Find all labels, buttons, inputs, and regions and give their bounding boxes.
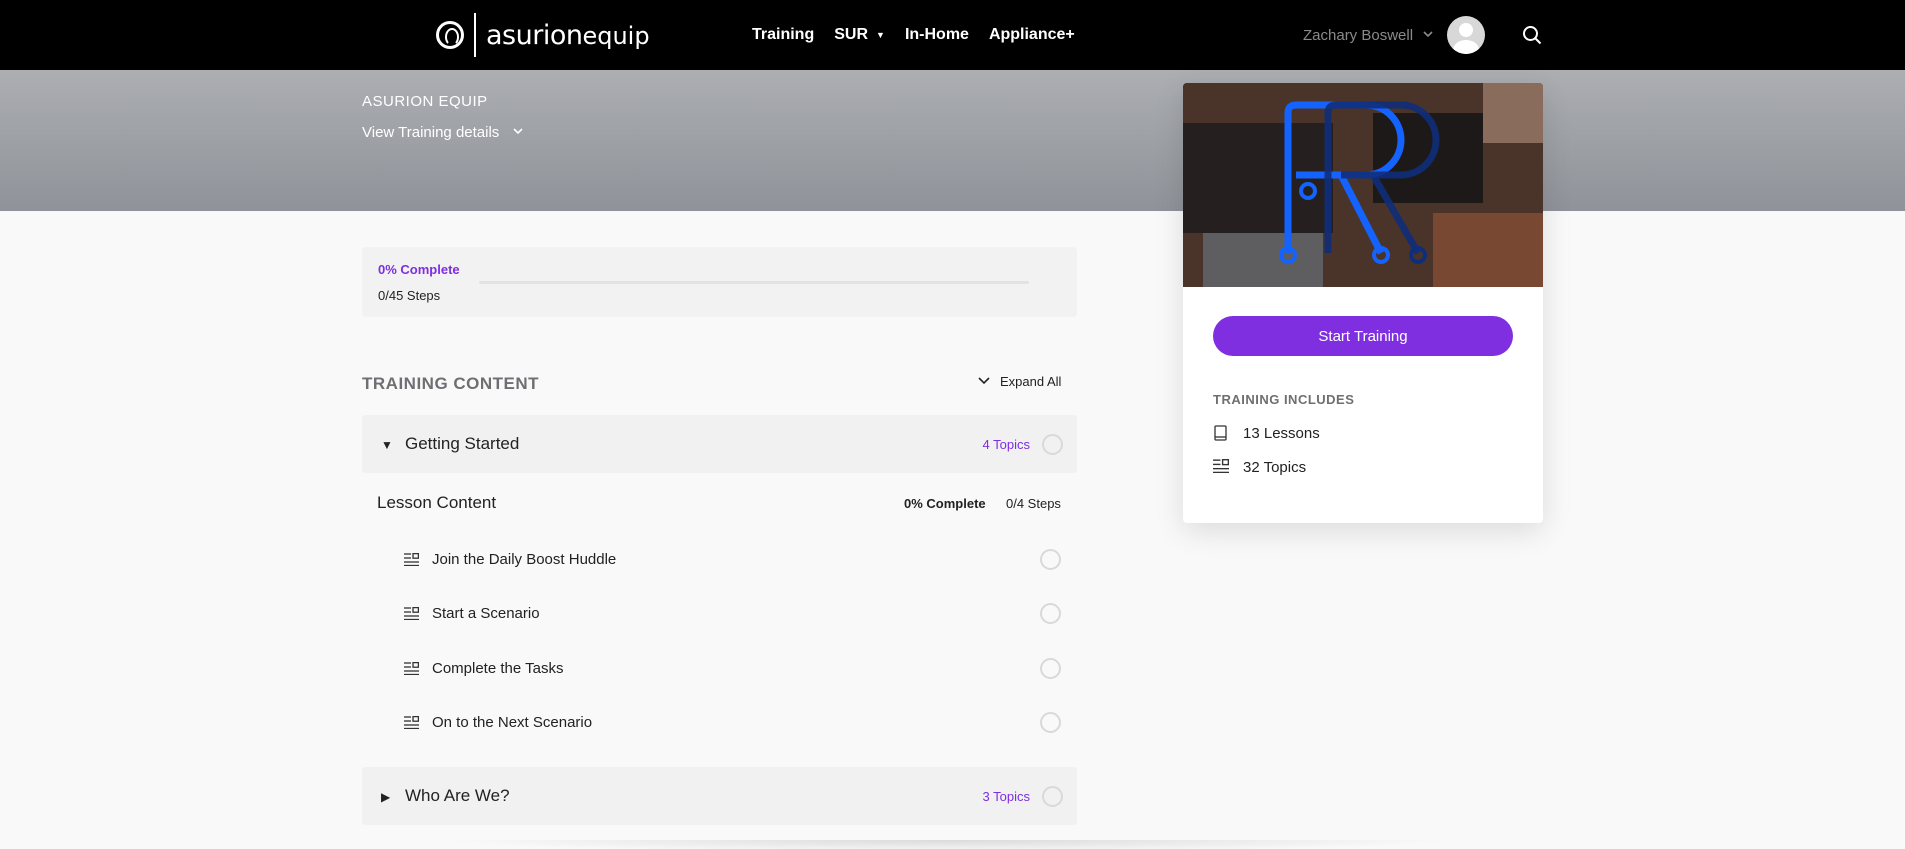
training-progress: 0% Complete 0/45 Steps: [362, 247, 1077, 317]
topic-list-icon: [404, 606, 420, 621]
topic-list-icon: [404, 661, 420, 676]
top-navigation-bar: asurionequip Training SUR ▼ In-Home Appli…: [0, 0, 1905, 70]
lesson-percent-complete: 0% Complete: [904, 496, 986, 511]
asurion-logo-mark: [436, 21, 464, 49]
main-nav: Training SUR ▼ In-Home Appliance+: [752, 0, 1095, 70]
start-training-button[interactable]: Start Training: [1213, 316, 1513, 356]
lesson-complete-status[interactable]: [1042, 434, 1063, 455]
includes-topics-label: 32 Topics: [1243, 458, 1307, 476]
topic-complete-status[interactable]: [1040, 712, 1061, 733]
topic-complete-status[interactable]: [1040, 603, 1061, 624]
nav-item-label: In-Home: [904, 26, 969, 43]
avatar[interactable]: [1447, 16, 1486, 54]
search-icon[interactable]: [1522, 25, 1542, 45]
topic-row[interactable]: Join the Daily Boost Huddle: [404, 545, 1064, 575]
includes-lessons: 13 Lessons: [1213, 422, 1320, 444]
caret-down-icon: ▼: [876, 30, 885, 40]
lesson-title: Getting Started: [405, 434, 520, 453]
training-title: ASURION EQUIP: [362, 93, 488, 110]
topic-complete-status[interactable]: [1040, 549, 1061, 570]
topic-row[interactable]: Start a Scenario: [404, 599, 1064, 629]
nav-item-label: Appliance+: [988, 26, 1075, 43]
topic-list-icon: [404, 552, 420, 567]
topic-title: On to the Next Scenario: [432, 714, 593, 731]
chevron-down-icon: [978, 376, 990, 388]
topic-title: Complete the Tasks: [432, 660, 564, 677]
triangle-down-icon[interactable]: ▼: [381, 438, 393, 452]
nav-item-appliance-plus[interactable]: Appliance+: [989, 26, 1075, 44]
lesson-content-heading: Lesson Content: [377, 493, 497, 512]
view-training-details-link[interactable]: View Training details: [362, 124, 523, 141]
logo-wordmark: asurionequip: [486, 20, 650, 51]
nav-item-label: Training: [752, 26, 815, 43]
topic-complete-status[interactable]: [1040, 658, 1061, 679]
includes-lessons-label: 13 Lessons: [1243, 424, 1320, 442]
next-lesson-edge: [440, 840, 1460, 849]
nav-item-training[interactable]: Training: [752, 26, 814, 44]
book-icon: [1213, 425, 1229, 441]
lesson-complete-status[interactable]: [1042, 786, 1063, 807]
topic-list-icon: [404, 715, 420, 730]
topic-list-icon: [1213, 459, 1230, 475]
topic-title: Join the Daily Boost Huddle: [432, 551, 617, 568]
lesson-topics-count: 3 Topics: [982, 789, 1030, 804]
chevron-down-icon: [513, 127, 523, 138]
asurion-equip-logo[interactable]: asurionequip: [436, 13, 650, 57]
lesson-title: Who Are We?: [405, 786, 510, 805]
progress-bar: [479, 281, 1029, 284]
expand-all-button[interactable]: Expand All: [978, 374, 1061, 389]
nav-item-sur[interactable]: SUR ▼: [834, 26, 885, 44]
progress-percent: 0% Complete: [378, 262, 460, 277]
topic-row[interactable]: Complete the Tasks: [404, 654, 1064, 684]
logo-divider: [474, 13, 476, 57]
training-includes-heading: TRAINING INCLUDES: [1213, 392, 1355, 407]
training-summary-card: Start Training TRAINING INCLUDES 13 Less…: [1183, 83, 1543, 523]
view-training-details-label: View Training details: [362, 124, 500, 141]
nav-item-in-home[interactable]: In-Home: [905, 26, 969, 44]
lesson-row-who-are-we[interactable]: ▶ Who Are We? 3 Topics: [362, 767, 1077, 825]
training-cover-image: [1183, 83, 1543, 287]
logo-product-name: equip: [582, 21, 650, 50]
chevron-down-icon: [1423, 30, 1433, 41]
nav-item-label: SUR: [834, 26, 869, 43]
lesson-steps: 0/4 Steps: [1006, 496, 1061, 511]
topic-title: Start a Scenario: [432, 605, 540, 622]
user-menu[interactable]: Zachary Boswell: [1303, 15, 1486, 55]
training-content-heading: TRAINING CONTENT: [362, 374, 540, 393]
expand-all-label: Expand All: [1000, 374, 1062, 389]
lesson-row-getting-started[interactable]: ▼ Getting Started 4 Topics: [362, 415, 1077, 473]
logo-brand-name: asurion: [486, 19, 583, 51]
topic-row[interactable]: On to the Next Scenario: [404, 708, 1064, 738]
includes-topics: 32 Topics: [1213, 456, 1306, 478]
training-header-band: [0, 70, 1905, 211]
progress-steps: 0/45 Steps: [378, 288, 441, 303]
triangle-right-icon[interactable]: ▶: [381, 790, 390, 804]
user-name: Zachary Boswell: [1303, 26, 1414, 44]
lesson-topics-count: 4 Topics: [982, 437, 1030, 452]
